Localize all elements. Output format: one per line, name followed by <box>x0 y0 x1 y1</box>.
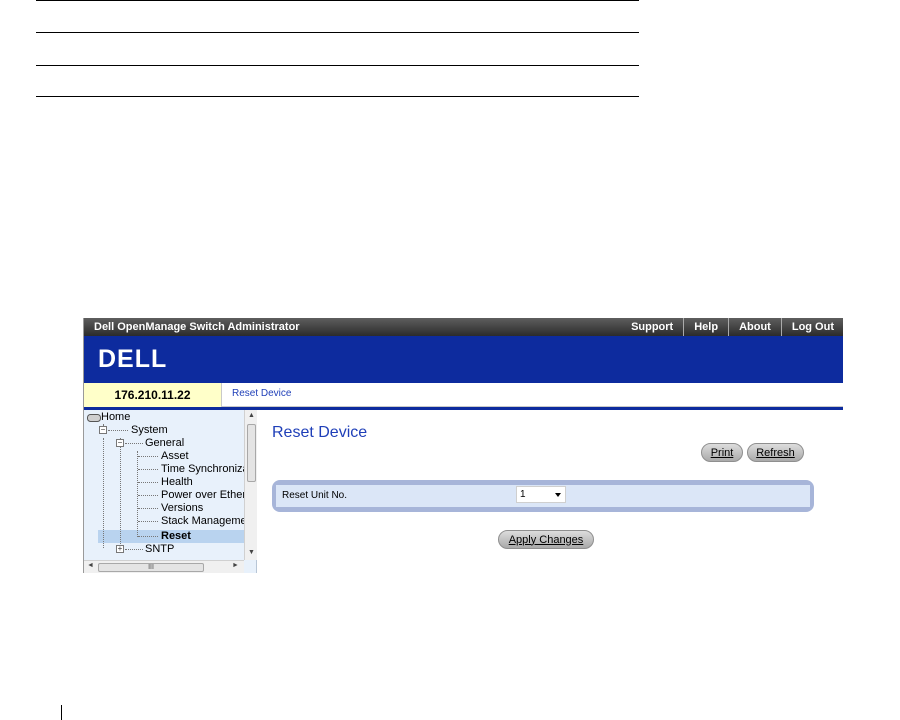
collapse-icon: − <box>99 425 107 434</box>
tree-horizontal-scrollbar[interactable]: ◄ III ► <box>84 560 244 573</box>
tree-item-asset[interactable]: Asset <box>84 450 244 463</box>
brand-banner: DELL <box>84 336 843 383</box>
about-link[interactable]: About <box>728 318 781 336</box>
scroll-thumb-horizontal[interactable]: III <box>98 563 204 572</box>
refresh-button[interactable]: Refresh <box>747 443 804 462</box>
info-bar: 176.210.11.22 Reset Device <box>84 383 843 407</box>
scroll-up-icon[interactable]: ▲ <box>247 412 256 419</box>
tree-item-home[interactable]: Home <box>87 411 237 424</box>
tree-item-reset[interactable]: Reset <box>84 530 244 543</box>
page-rule-3 <box>36 65 639 66</box>
tree-item-power-over-ethernet[interactable]: Power over Ethen <box>84 489 244 502</box>
switch-icon <box>87 414 101 422</box>
page-rule-1 <box>36 0 639 1</box>
page-rule-2 <box>36 32 639 33</box>
support-link[interactable]: Support <box>621 318 683 336</box>
tree-vertical-scrollbar[interactable]: ▲ ▼ <box>244 410 257 560</box>
tree-item-versions[interactable]: Versions <box>84 502 244 515</box>
help-link[interactable]: Help <box>683 318 728 336</box>
scroll-left-icon[interactable]: ◄ <box>87 562 94 569</box>
tree-item-time-synchronization[interactable]: Time Synchroniza <box>84 463 244 476</box>
content-pane: Reset Device Print Refresh Reset Unit No… <box>258 410 843 573</box>
breadcrumb[interactable]: Reset Device <box>232 388 291 399</box>
page-title: Reset Device <box>272 424 368 441</box>
tree-item-health[interactable]: Health <box>84 476 244 489</box>
tree-item-system[interactable]: − System <box>84 424 234 437</box>
logout-link[interactable]: Log Out <box>780 318 843 336</box>
switch-admin-window: Dell OpenManage Switch Administrator Sup… <box>83 318 843 573</box>
tree-item-stack-management[interactable]: Stack Manageme <box>84 515 244 528</box>
top-links: Support Help About Log Out <box>621 318 843 336</box>
svg-text:DELL: DELL <box>98 345 167 373</box>
title-bar: Dell OpenManage Switch Administrator Sup… <box>84 318 843 336</box>
expand-icon: + <box>116 544 124 553</box>
tree-item-general[interactable]: − General <box>84 437 234 450</box>
scroll-thumb[interactable] <box>247 424 256 482</box>
scroll-down-icon[interactable]: ▼ <box>247 549 256 556</box>
scroll-right-icon[interactable]: ► <box>232 562 239 569</box>
chevron-down-icon <box>555 493 561 497</box>
reset-form: Reset Unit No. 1 <box>272 480 814 512</box>
reset-unit-label: Reset Unit No. <box>282 490 348 501</box>
print-button[interactable]: Print <box>701 443 743 462</box>
reset-unit-select[interactable]: 1 <box>516 486 566 503</box>
collapse-icon: − <box>116 438 124 447</box>
device-ip: 176.210.11.22 <box>84 383 222 407</box>
tree-item-sntp[interactable]: + SNTP <box>84 543 234 556</box>
navigation-tree: Home − System − General Asset Time Synch… <box>84 410 244 560</box>
apply-changes-button[interactable]: Apply Changes <box>498 530 594 549</box>
app-title: Dell OpenManage Switch Administrator <box>94 321 300 333</box>
navigation-tree-pane: Home − System − General Asset Time Synch… <box>84 410 257 573</box>
page-rule-4 <box>36 96 639 97</box>
page-gutter-line <box>61 705 62 720</box>
dell-logo: DELL <box>98 345 167 373</box>
